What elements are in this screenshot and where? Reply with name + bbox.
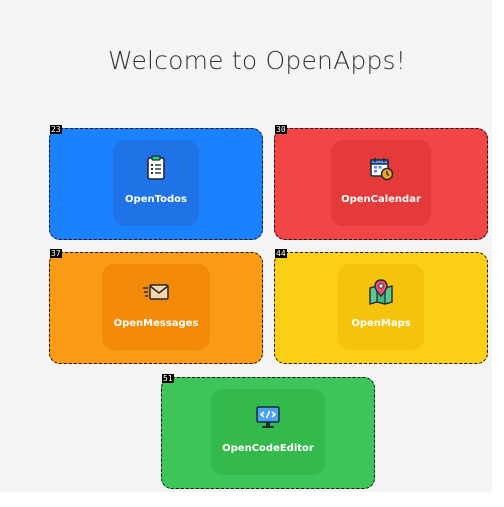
app-card-opencalendar[interactable]: 30 OpenCalendar [274,125,488,240]
app-tile-opentodos: OpenTodos [113,140,199,226]
app-card-openmaps[interactable]: 44 OpenMaps [274,249,488,364]
app-tile-opencodeeditor: OpenCodeEditor [211,389,325,475]
calendar-clock-icon [370,158,394,181]
app-label: OpenMaps [351,318,411,329]
app-card-opentodos[interactable]: 23 OpenTodos [49,125,263,240]
app-card-openmessages[interactable]: 37 OpenMessages [49,249,263,364]
app-label: OpenCodeEditor [222,443,314,454]
main-panel: Welcome to OpenApps! 23 OpenTodos 30 Ope… [0,0,492,492]
app-card-opencodeeditor[interactable]: 51 OpenCodeEditor [161,374,375,489]
clipboard-list-icon [147,155,165,180]
app-label: OpenMessages [113,318,199,329]
code-monitor-icon [256,406,280,428]
envelope-fast-icon [143,284,169,300]
element-id-badge: 30 [275,125,287,134]
page-title: Welcome to OpenApps! [107,46,406,75]
app-tile-openmaps: OpenMaps [338,264,424,350]
element-id-badge: 37 [50,249,62,258]
app-label: OpenTodos [125,194,187,205]
app-tile-openmessages: OpenMessages [102,264,210,350]
element-id-badge: 44 [275,249,287,258]
app-tile-opencalendar: OpenCalendar [331,140,431,226]
element-id-badge: 51 [162,374,174,383]
map-pin-icon [369,279,393,305]
app-label: OpenCalendar [341,194,421,205]
element-id-badge: 23 [50,125,62,134]
